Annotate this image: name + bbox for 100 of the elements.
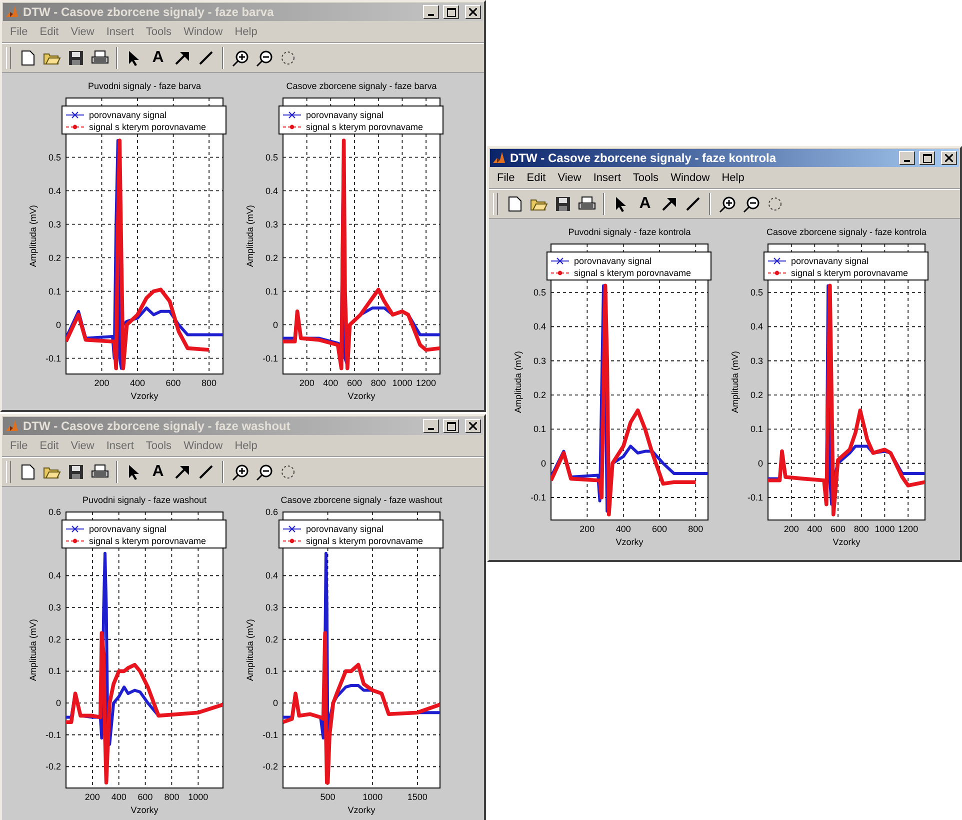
x-tick-label: 600	[138, 792, 153, 802]
y-tick-label: -0.1	[530, 492, 546, 502]
y-tick-label: 0	[272, 698, 278, 708]
maximize-button[interactable]	[919, 151, 935, 165]
diagonal-arrow-icon	[174, 464, 190, 480]
text-tool-button[interactable]: A	[147, 461, 169, 483]
text-tool-button[interactable]: A	[147, 47, 169, 69]
y-tick-label: 0.5	[533, 288, 546, 298]
x-tick-label: 400	[807, 524, 822, 534]
maximize-button[interactable]	[443, 5, 459, 19]
menu-item[interactable]: Tools	[140, 26, 178, 38]
menu-item[interactable]: Insert	[100, 26, 140, 38]
y-tick-label: 0.2	[265, 252, 278, 263]
menu-item[interactable]: Help	[228, 26, 264, 38]
menu-item[interactable]: Edit	[34, 440, 65, 452]
y-tick-label: 0.2	[48, 634, 61, 644]
y-tick-label: 0.2	[750, 390, 763, 400]
app-logo-icon	[492, 151, 506, 165]
x-tick-label: 800	[164, 792, 180, 802]
maximize-icon	[446, 8, 456, 16]
cross-marker-line-icon	[282, 112, 302, 118]
legend-label: signal s kterym porovnavame	[306, 122, 424, 132]
legend-label: signal s kterym porovnavame	[89, 536, 206, 546]
y-tick-label: 0.5	[48, 152, 61, 162]
cross-marker-line-icon	[282, 526, 302, 532]
y-axis-label: Amplituda (mV)	[245, 619, 255, 681]
y-tick-label: -0.2	[45, 762, 61, 772]
menu-item[interactable]: View	[552, 172, 588, 184]
x-tick-label: 400	[130, 378, 146, 388]
window-title: DTW - Casove zborcene signaly - faze kontrola	[510, 151, 778, 165]
menu-item[interactable]: Window	[178, 440, 229, 452]
folder-icon	[530, 196, 548, 212]
printer-icon	[91, 50, 109, 66]
minimize-button[interactable]	[423, 419, 439, 433]
zoom-out-icon	[256, 50, 272, 66]
y-tick-label: 0.4	[48, 570, 61, 581]
y-tick-label: -0.1	[45, 730, 61, 740]
minimize-button[interactable]	[899, 151, 915, 165]
close-icon	[469, 8, 477, 16]
menu-item[interactable]: Window	[178, 26, 229, 38]
y-tick-label: 0.6	[265, 507, 278, 517]
x-tick-label: 1500	[407, 792, 428, 802]
menu-item[interactable]: Window	[664, 172, 716, 184]
menu-item[interactable]: Tools	[140, 440, 178, 452]
menu-item[interactable]: File	[4, 26, 34, 38]
x-axis-label: Vzorky	[130, 805, 158, 815]
menu-item[interactable]: Edit	[520, 172, 552, 184]
chart-title: Casove zborcene signaly - faze washout	[280, 495, 442, 505]
x-tick-label: 800	[202, 378, 217, 388]
chart-title: Casove zborcene signaly - faze barva	[286, 81, 437, 91]
legend-label: porovnavany signal	[574, 256, 652, 266]
y-tick-label: 0.1	[48, 286, 61, 296]
x-axis-label: Vzorky	[130, 391, 158, 401]
diagonal-arrow-icon	[661, 196, 677, 212]
dot-marker-line-icon	[282, 124, 302, 130]
menu-item[interactable]: Help	[228, 440, 264, 452]
menu-item[interactable]: File	[491, 172, 521, 184]
y-tick-label: 0.3	[533, 356, 546, 366]
close-button[interactable]	[941, 151, 957, 165]
legend-label: porovnavany signal	[306, 110, 384, 120]
close-button[interactable]	[465, 419, 481, 433]
menu-item[interactable]: Tools	[626, 172, 665, 184]
x-tick-label: 1200	[416, 378, 436, 388]
x-tick-label: 800	[370, 378, 386, 388]
y-tick-label: 0.2	[533, 390, 546, 400]
menu-item[interactable]: View	[64, 440, 100, 452]
menu-item[interactable]: File	[4, 440, 34, 452]
legend-label: signal s kterym porovnavame	[306, 536, 424, 546]
app-logo-icon	[5, 419, 19, 433]
maximize-button[interactable]	[443, 419, 459, 433]
text-tool-button[interactable]: A	[634, 193, 656, 215]
close-button[interactable]	[465, 5, 481, 19]
minimize-button[interactable]	[423, 5, 439, 19]
x-tick-label: 1200	[898, 524, 918, 534]
y-axis-label: Amplituda (mV)	[28, 619, 38, 681]
y-tick-label: 0.1	[750, 424, 763, 434]
x-axis-label: Vzorky	[348, 391, 376, 401]
legend-label: porovnavany signal	[89, 110, 167, 120]
menu-item[interactable]: Edit	[34, 26, 65, 38]
y-tick-label: 0.3	[265, 602, 278, 612]
x-tick-label: 200	[84, 792, 100, 802]
y-tick-label: -0.2	[262, 762, 278, 772]
printer-icon	[578, 196, 596, 212]
y-tick-label: 0	[56, 320, 61, 330]
cross-marker-line-icon	[66, 526, 84, 532]
menu-item[interactable]: Insert	[100, 440, 140, 452]
app-logo-icon	[5, 5, 19, 19]
pointer-icon	[128, 464, 140, 480]
rotate-icon	[767, 196, 783, 212]
menu-item[interactable]: Insert	[587, 172, 627, 184]
x-tick-label: 600	[347, 378, 362, 388]
x-axis-label: Vzorky	[616, 537, 644, 547]
y-tick-label: -0.1	[747, 492, 763, 502]
menu-item[interactable]: View	[64, 26, 100, 38]
x-tick-label: 800	[688, 524, 704, 534]
x-tick-label: 1000	[362, 792, 383, 802]
y-tick-label: 0	[56, 698, 61, 708]
x-tick-label: 400	[111, 792, 126, 802]
menu-item[interactable]: Help	[716, 172, 750, 184]
dot-marker-line-icon	[282, 538, 302, 544]
